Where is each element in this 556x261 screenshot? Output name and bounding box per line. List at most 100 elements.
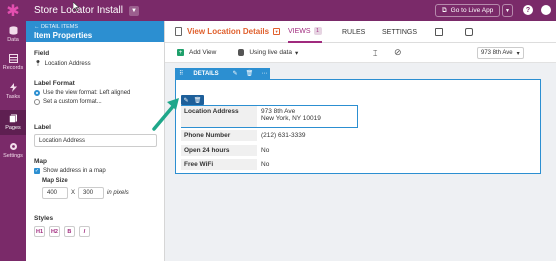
edit-icon[interactable]: ✎ — [233, 70, 238, 77]
map-label: Map — [34, 158, 47, 165]
address-line-2: New York, NY 10019 — [261, 115, 321, 122]
label-label: Label — [34, 124, 51, 131]
map-height-input[interactable]: 300 — [78, 187, 105, 199]
map-size-unit: in pixels — [107, 190, 129, 196]
nav-label-settings: Settings — [3, 153, 23, 159]
style-italic-button[interactable]: I — [78, 226, 90, 237]
detail-row[interactable]: Phone Number (212) 631-3339 — [181, 130, 309, 141]
go-to-live-app-button[interactable]: ⧉ Go to Live App — [435, 4, 501, 17]
view-header: View Location Details ▼ VIEWS 1 RULES SE… — [165, 21, 556, 43]
record-select[interactable]: 973 8th Ave ▾ — [477, 47, 524, 59]
tab-settings-label: SETTINGS — [382, 28, 418, 36]
show-map-label: Show address in a map — [43, 168, 106, 174]
pointer-arrow-icon — [152, 98, 179, 131]
record-select-value: 973 8th Ave — [481, 50, 513, 56]
chevron-down-icon: ▾ — [516, 50, 520, 57]
drag-handle-icon[interactable]: ⠿ — [179, 70, 183, 77]
detail-row-value: No — [261, 147, 270, 154]
label-format-option-view-label: Use the view format: Left aligned — [43, 90, 131, 96]
left-nav: Data Records Tasks Pages Settings — [0, 21, 26, 261]
tab-settings[interactable]: SETTINGS — [382, 21, 417, 43]
details-view-label: DETAILS — [193, 70, 219, 77]
style-h2-button[interactable]: H2 — [48, 226, 60, 237]
styles-buttons: H1 H2 B I — [34, 226, 92, 237]
label-format-option-custom-label: Set a custom format... — [43, 99, 102, 105]
detail-row-label: Free WiFi — [181, 159, 257, 170]
detail-row[interactable]: Open 24 hours No — [181, 145, 273, 156]
chevron-down-icon[interactable]: ▼ — [128, 5, 139, 16]
show-map-checkbox-row[interactable]: ✓ Show address in a map — [34, 168, 129, 174]
map-size-row: 400 X 300 in pixels — [42, 187, 129, 199]
map-size-separator: X — [71, 190, 76, 196]
nav-item-settings[interactable]: Settings — [0, 142, 26, 159]
nav-item-data[interactable]: Data — [0, 26, 26, 43]
plus-icon[interactable]: + — [177, 49, 184, 56]
go-to-live-app-label: Go to Live App — [450, 7, 494, 14]
lock-icon[interactable] — [465, 28, 473, 36]
tab-rules[interactable]: RULES — [342, 21, 365, 43]
detail-row-value: No — [261, 161, 270, 168]
detail-row-value: 973 8th Ave New York, NY 10019 — [257, 106, 325, 127]
tab-views-label: VIEWS — [288, 27, 311, 35]
lightning-icon — [9, 83, 17, 92]
label-format-option-custom[interactable]: Set a custom format... — [34, 99, 130, 105]
styles-label: Styles — [34, 215, 54, 222]
chevron-down-icon[interactable]: ▾ — [295, 49, 298, 57]
radio-checked-icon[interactable] — [34, 90, 40, 96]
nav-label-data: Data — [7, 37, 19, 43]
breadcrumb[interactable]: ← DETAIL ITEMS — [34, 24, 156, 30]
chevron-down-icon[interactable]: ▼ — [273, 28, 281, 35]
radio-unchecked-icon[interactable] — [34, 99, 40, 105]
label-format-option-view[interactable]: Use the view format: Left aligned — [34, 90, 130, 96]
style-bold-button[interactable]: B — [63, 226, 75, 237]
map-size-group: Map Size 400 X 300 in pixels — [42, 178, 129, 199]
trash-icon[interactable]: 🗑︎ — [246, 70, 254, 77]
detail-row-value: (212) 631-3339 — [261, 132, 306, 139]
nav-item-records[interactable]: Records — [0, 54, 26, 71]
live-app-menu-button[interactable]: ▼ — [502, 4, 513, 17]
nav-item-tasks[interactable]: Tasks — [0, 83, 26, 100]
field-toolbar: ✎ 🗑︎ — [181, 95, 204, 105]
nav-label-records: Records — [2, 65, 24, 71]
text-cursor-icon[interactable]: 𝙸 — [372, 48, 378, 59]
field-label: Field — [34, 50, 50, 57]
detail-row[interactable]: Location Address 973 8th Ave New York, N… — [181, 106, 325, 127]
database-icon — [238, 49, 245, 56]
more-icon[interactable]: ⋯ — [261, 70, 267, 77]
style-h1-button[interactable]: H1 — [34, 226, 45, 237]
properties-title: Item Properties — [34, 31, 93, 40]
address-line-1: 973 8th Ave — [261, 108, 296, 115]
trash-icon[interactable]: 🗑︎ — [194, 97, 202, 104]
view-toolbar: + Add View Using live data ▾ 973 8th Ave… — [165, 43, 556, 63]
map-width-input[interactable]: 400 — [42, 187, 68, 199]
user-avatar-icon[interactable] — [541, 5, 551, 15]
map-size-label: Map Size — [42, 178, 68, 184]
database-icon — [9, 26, 17, 35]
detail-row-label: Open 24 hours — [181, 145, 257, 156]
nav-item-pages[interactable]: Pages — [0, 110, 26, 135]
label-input[interactable]: Location Address — [34, 134, 157, 147]
hide-icon[interactable]: ⊘ — [394, 47, 402, 58]
help-icon[interactable]: ? — [523, 5, 533, 15]
records-icon — [8, 54, 18, 63]
view-title[interactable]: View Location Details — [187, 27, 269, 36]
tab-views[interactable]: VIEWS 1 — [288, 21, 322, 43]
properties-header: ← DETAIL ITEMS Item Properties — [26, 21, 164, 42]
app-logo-icon[interactable]: ✱ — [0, 0, 26, 21]
detail-row[interactable]: Free WiFi No — [181, 159, 273, 170]
document-icon — [175, 27, 182, 36]
location-pin-icon: 📍︎ — [34, 61, 42, 67]
data-source-select[interactable]: Using live data — [249, 49, 292, 56]
pages-icon — [8, 114, 17, 123]
nav-label-pages: Pages — [5, 125, 21, 131]
checkbox-checked-icon[interactable]: ✓ — [34, 168, 40, 174]
details-view-bar[interactable]: ⠿ DETAILS ✎ 🗑︎ ⋯ — [175, 68, 270, 79]
item-properties-panel: ← DETAIL ITEMS Item Properties Field 📍︎ … — [26, 21, 165, 261]
add-view-button[interactable]: Add View — [189, 49, 216, 56]
views-count-badge: 1 — [313, 27, 322, 35]
label-format-label: Label Format — [34, 80, 75, 87]
edit-icon[interactable]: ✎ — [184, 97, 189, 104]
nav-label-tasks: Tasks — [5, 94, 21, 100]
external-link-icon[interactable] — [435, 28, 443, 36]
detail-row-label: Phone Number — [181, 130, 257, 141]
